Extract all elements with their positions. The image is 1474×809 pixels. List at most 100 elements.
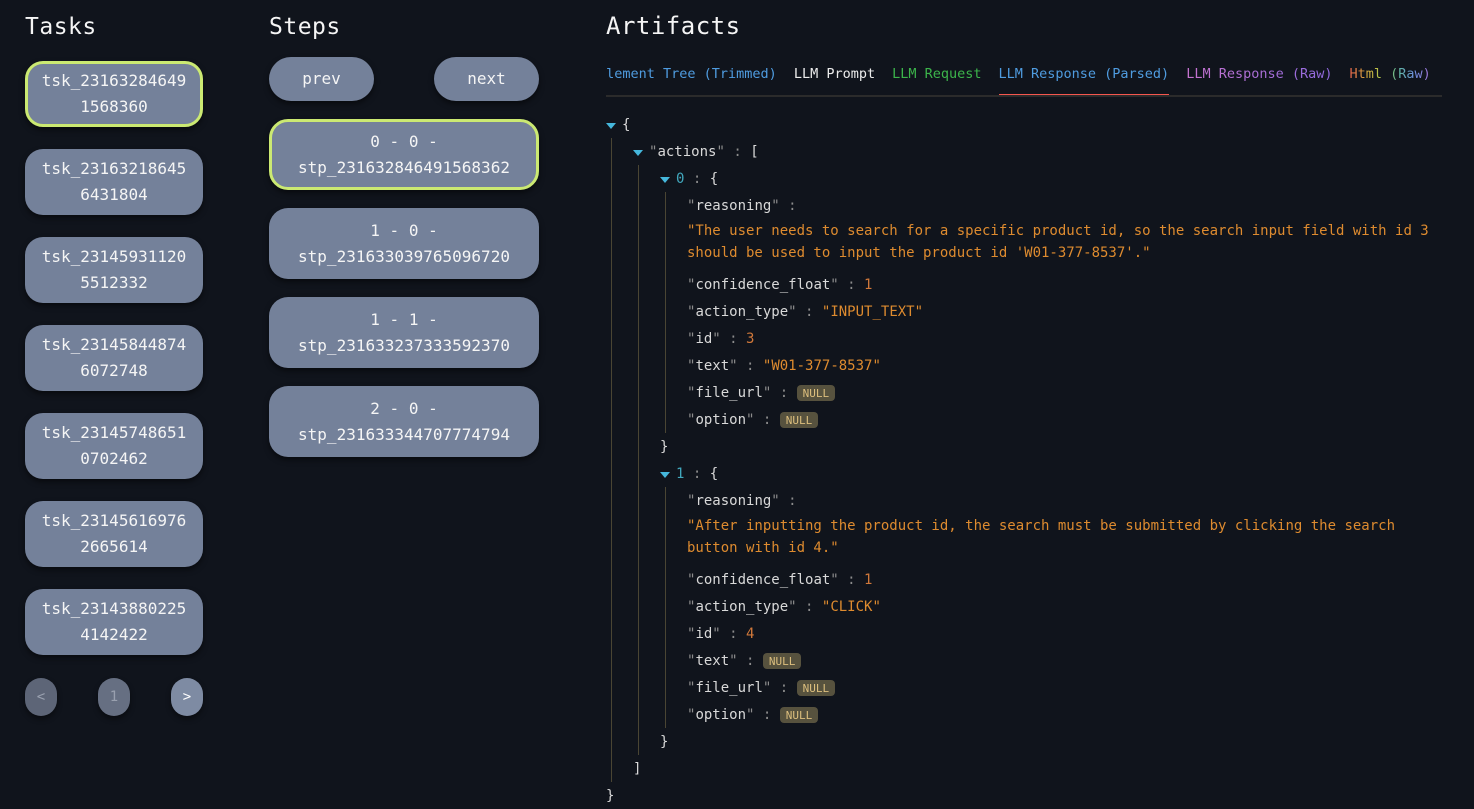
task-item[interactable]: tsk_231632186456431804	[25, 149, 203, 215]
json-tree-viewer: {"actions" : [0 : {"reasoning" :"The use…	[606, 111, 1442, 809]
tab-llm-response-raw[interactable]: LLM Response (Raw)	[1186, 66, 1332, 95]
json-number-value: 3	[746, 331, 754, 347]
json-null-badge: NULL	[797, 680, 836, 696]
json-key: "action_type"	[687, 304, 797, 320]
task-item[interactable]: tsk_231457486510702462	[25, 413, 203, 479]
json-bracket: {	[710, 171, 718, 187]
json-string-value: "The user needs to search for a specific…	[687, 220, 1442, 264]
json-row: "text" : "W01-377-8537"	[687, 352, 1442, 379]
collapse-arrow-icon[interactable]	[633, 150, 643, 156]
json-key: "file_url"	[687, 385, 771, 401]
json-bracket: [	[750, 144, 758, 160]
json-null-badge: NULL	[797, 385, 836, 401]
json-row: "id" : 3	[687, 325, 1442, 352]
json-row: "action_type" : "INPUT_TEXT"	[687, 298, 1442, 325]
json-null-badge: NULL	[780, 412, 819, 428]
json-bracket: }	[660, 734, 668, 750]
next-step-button[interactable]: next	[434, 57, 539, 101]
artifacts-tab-bar: Element Tree (Trimmed) LLM Prompt LLM Requ…	[606, 66, 1442, 97]
json-row: "confidence_float" : 1	[687, 566, 1442, 593]
task-item[interactable]: tsk_231456169762665614	[25, 501, 203, 567]
json-children: 0 : {"reasoning" :"The user needs to sea…	[638, 165, 1442, 755]
json-key: "text"	[687, 653, 738, 669]
json-bracket: }	[660, 439, 668, 455]
json-null-badge: NULL	[780, 707, 819, 723]
json-row: "action_type" : "CLICK"	[687, 593, 1442, 620]
tab-element-tree-trimmed[interactable]: Element Tree (Trimmed)	[606, 66, 777, 95]
step-item[interactable]: 2 - 0 - stp_231633344707774794	[269, 386, 539, 457]
json-key: "confidence_float"	[687, 572, 839, 588]
tab-html-raw[interactable]: Html (Raw)	[1350, 66, 1431, 95]
collapse-arrow-icon[interactable]	[660, 472, 670, 478]
tab-llm-response-parsed[interactable]: LLM Response (Parsed)	[999, 66, 1170, 97]
json-row: "option" : NULL	[687, 701, 1442, 728]
json-string-value: "After inputting the product id, the sea…	[687, 515, 1442, 559]
task-item[interactable]: tsk_231438802254142422	[25, 589, 203, 655]
json-children: "reasoning" :"The user needs to search f…	[665, 192, 1442, 433]
json-bracket: {	[622, 117, 630, 133]
artifacts-title: Artifacts	[606, 12, 1442, 40]
task-item[interactable]: tsk_231459311205512332	[25, 237, 203, 303]
prev-page-button[interactable]: <	[25, 678, 57, 716]
json-close-row: }	[660, 433, 1442, 460]
task-item[interactable]: tsk_231458448746072748	[25, 325, 203, 391]
json-key: "reasoning"	[687, 198, 780, 214]
json-key: "id"	[687, 331, 721, 347]
json-bracket: {	[710, 466, 718, 482]
steps-panel: Steps prev next 0 - 0 - stp_231632846491…	[269, 0, 539, 800]
tab-llm-prompt[interactable]: LLM Prompt	[794, 66, 875, 95]
json-row: "reasoning" :	[687, 487, 1442, 514]
json-key: "file_url"	[687, 680, 771, 696]
tab-llm-request[interactable]: LLM Request	[892, 66, 981, 95]
json-bracket: }	[606, 788, 614, 804]
task-item[interactable]: tsk_231632846491568360	[25, 61, 203, 127]
json-row: 0 : {	[660, 165, 1442, 192]
json-node: "actions" : [0 : {"reasoning" :"The user…	[633, 138, 1442, 782]
json-key: "option"	[687, 707, 754, 723]
json-node: {"actions" : [0 : {"reasoning" :"The use…	[606, 111, 1442, 809]
json-key: "id"	[687, 626, 721, 642]
json-children: "actions" : [0 : {"reasoning" :"The user…	[611, 138, 1442, 782]
json-row: "option" : NULL	[687, 406, 1442, 433]
collapse-arrow-icon[interactable]	[606, 123, 616, 129]
json-index: 0	[676, 171, 684, 187]
json-number-value: 1	[864, 572, 872, 588]
json-string-value: "W01-377-8537"	[763, 358, 881, 374]
json-close-row: ]	[633, 755, 1442, 782]
steps-title: Steps	[269, 14, 539, 40]
json-node: 0 : {"reasoning" :"The user needs to sea…	[660, 165, 1442, 460]
json-key: "option"	[687, 412, 754, 428]
json-string-value: "CLICK"	[822, 599, 881, 615]
prev-step-button[interactable]: prev	[269, 57, 374, 101]
artifacts-panel: Artifacts Element Tree (Trimmed) LLM Prom…	[606, 0, 1474, 800]
json-key: "actions"	[649, 144, 725, 160]
step-list: 0 - 0 - stp_231632846491568362 1 - 0 - st…	[269, 119, 539, 457]
tasks-pagination: < 1 >	[25, 678, 203, 716]
task-list: tsk_231632846491568360 tsk_23163218645643…	[25, 61, 203, 655]
json-number-value: 4	[746, 626, 754, 642]
json-string-value: "INPUT_TEXT"	[822, 304, 923, 320]
json-key: "action_type"	[687, 599, 797, 615]
json-children: "reasoning" :"After inputting the produc…	[665, 487, 1442, 728]
json-row: {	[606, 111, 1442, 138]
json-row: "reasoning" :	[687, 192, 1442, 219]
json-close-row: }	[606, 782, 1442, 809]
json-row: "id" : 4	[687, 620, 1442, 647]
json-row: "confidence_float" : 1	[687, 271, 1442, 298]
json-property: "reasoning" :"After inputting the produc…	[687, 487, 1442, 559]
json-index: 1	[676, 466, 684, 482]
step-item[interactable]: 0 - 0 - stp_231632846491568362	[269, 119, 539, 190]
collapse-arrow-icon[interactable]	[660, 177, 670, 183]
json-row: "actions" : [	[633, 138, 1442, 165]
json-row: "file_url" : NULL	[687, 379, 1442, 406]
current-page-button[interactable]: 1	[98, 678, 130, 716]
step-item[interactable]: 1 - 0 - stp_231633039765096720	[269, 208, 539, 279]
json-number-value: 1	[864, 277, 872, 293]
json-key: "text"	[687, 358, 738, 374]
json-row: "file_url" : NULL	[687, 674, 1442, 701]
json-key: "confidence_float"	[687, 277, 839, 293]
next-page-button[interactable]: >	[171, 678, 203, 716]
json-key: "reasoning"	[687, 493, 780, 509]
step-item[interactable]: 1 - 1 - stp_231633237333592370	[269, 297, 539, 368]
json-property: "reasoning" :"The user needs to search f…	[687, 192, 1442, 264]
